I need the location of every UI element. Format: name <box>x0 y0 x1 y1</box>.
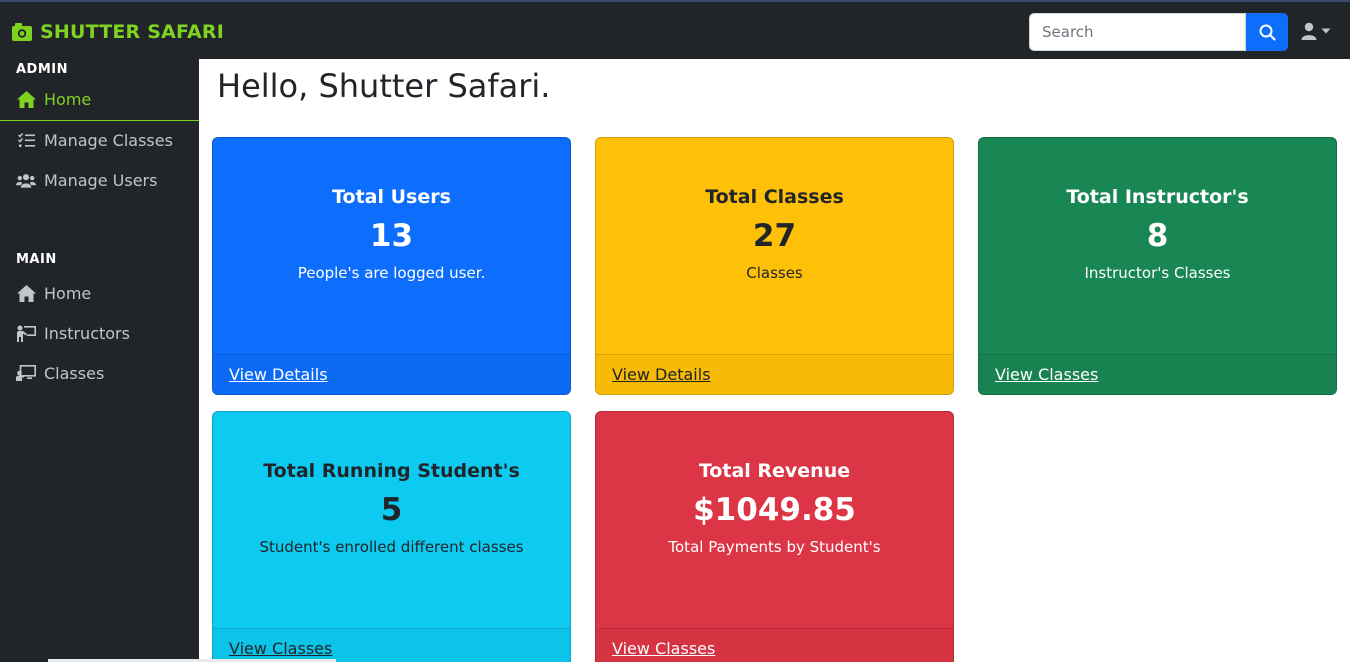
brand[interactable]: SHUTTER SAFARI <box>12 21 224 43</box>
card-text: Classes <box>746 264 803 282</box>
stat-card-total-instructors: Total Instructor's 8 Instructor's Classe… <box>978 137 1337 395</box>
card-body: Total Users 13 People's are logged user. <box>213 138 570 354</box>
sidebar-item-classes[interactable]: Classes <box>0 353 199 393</box>
home-icon <box>16 284 36 302</box>
sidebar-item-admin-home[interactable]: Home <box>0 79 199 121</box>
card-value: 8 <box>1146 218 1169 254</box>
sidebar-item-label: Home <box>44 90 92 109</box>
card-footer: View Classes <box>213 628 570 662</box>
stat-card-running-students: Total Running Student's 5 Student's enro… <box>212 411 571 662</box>
card-text: People's are logged user. <box>297 264 486 282</box>
card-footer: View Details <box>213 354 570 394</box>
search-button[interactable] <box>1246 13 1288 51</box>
card-footer: View Details <box>596 354 953 394</box>
brand-name: SHUTTER SAFARI <box>40 21 224 43</box>
view-classes-link[interactable]: View Classes <box>229 639 332 658</box>
stat-card-total-users: Total Users 13 People's are logged user.… <box>212 137 571 395</box>
card-value: 27 <box>752 218 797 254</box>
view-classes-link[interactable]: View Classes <box>612 639 715 658</box>
card-body: Total Instructor's 8 Instructor's Classe… <box>979 138 1336 354</box>
camera-icon <box>12 23 32 41</box>
view-details-link[interactable]: View Details <box>612 365 711 384</box>
list-check-icon <box>16 131 36 149</box>
home-icon <box>16 91 36 109</box>
card-title: Total Instructor's <box>1066 186 1249 208</box>
card-title: Total Revenue <box>698 460 851 482</box>
stat-card-total-revenue: Total Revenue $1049.85 Total Payments by… <box>595 411 954 662</box>
search-form <box>1029 13 1288 51</box>
stat-card-total-classes: Total Classes 27 Classes View Details <box>595 137 954 395</box>
card-body: Total Revenue $1049.85 Total Payments by… <box>596 412 953 628</box>
card-body: Total Running Student's 5 Student's enro… <box>213 412 570 628</box>
search-input[interactable] <box>1029 13 1246 51</box>
card-title: Total Classes <box>705 186 844 208</box>
card-value: $1049.85 <box>693 492 856 528</box>
card-text: Total Payments by Student's <box>668 538 881 556</box>
sidebar-item-label: Instructors <box>44 323 130 343</box>
card-footer: View Classes <box>979 354 1336 394</box>
card-body: Total Classes 27 Classes <box>596 138 953 354</box>
card-title: Total Running Student's <box>263 460 520 482</box>
card-footer: View Classes <box>596 628 953 662</box>
card-text: Instructor's Classes <box>1084 264 1231 282</box>
sidebar-item-label: Manage Classes <box>44 130 173 150</box>
users-icon <box>16 171 36 189</box>
view-classes-link[interactable]: View Classes <box>995 365 1098 384</box>
admin-heading: ADMIN <box>16 62 69 77</box>
user-icon <box>1301 22 1317 40</box>
card-title: Total Users <box>332 186 451 208</box>
caret-down-icon <box>1321 28 1331 34</box>
card-value: 13 <box>369 218 414 254</box>
card-value: 5 <box>380 492 403 528</box>
instructor-icon <box>16 324 36 342</box>
sidebar-item-label: Home <box>44 283 92 303</box>
top-navbar: SHUTTER SAFARI <box>0 0 1350 59</box>
sidebar: ADMIN Home Manage Classes Manage Users M… <box>0 59 199 662</box>
card-text: Student's enrolled different classes <box>259 538 524 556</box>
sidebar-item-label: Manage Users <box>44 170 158 190</box>
view-details-link[interactable]: View Details <box>229 365 328 384</box>
sidebar-item-instructors[interactable]: Instructors <box>0 313 199 353</box>
sidebar-item-manage-classes[interactable]: Manage Classes <box>0 120 199 160</box>
search-icon <box>1259 24 1276 41</box>
user-menu-toggle[interactable] <box>1301 22 1331 40</box>
sidebar-item-home[interactable]: Home <box>0 273 199 313</box>
classroom-icon <box>16 364 36 382</box>
sidebar-item-label: Classes <box>44 363 105 383</box>
page-title: Hello, Shutter Safari. <box>217 67 551 105</box>
sidebar-item-manage-users[interactable]: Manage Users <box>0 160 199 200</box>
main-content: Hello, Shutter Safari. Total Users 13 Pe… <box>199 59 1350 662</box>
main-heading: MAIN <box>16 252 57 267</box>
